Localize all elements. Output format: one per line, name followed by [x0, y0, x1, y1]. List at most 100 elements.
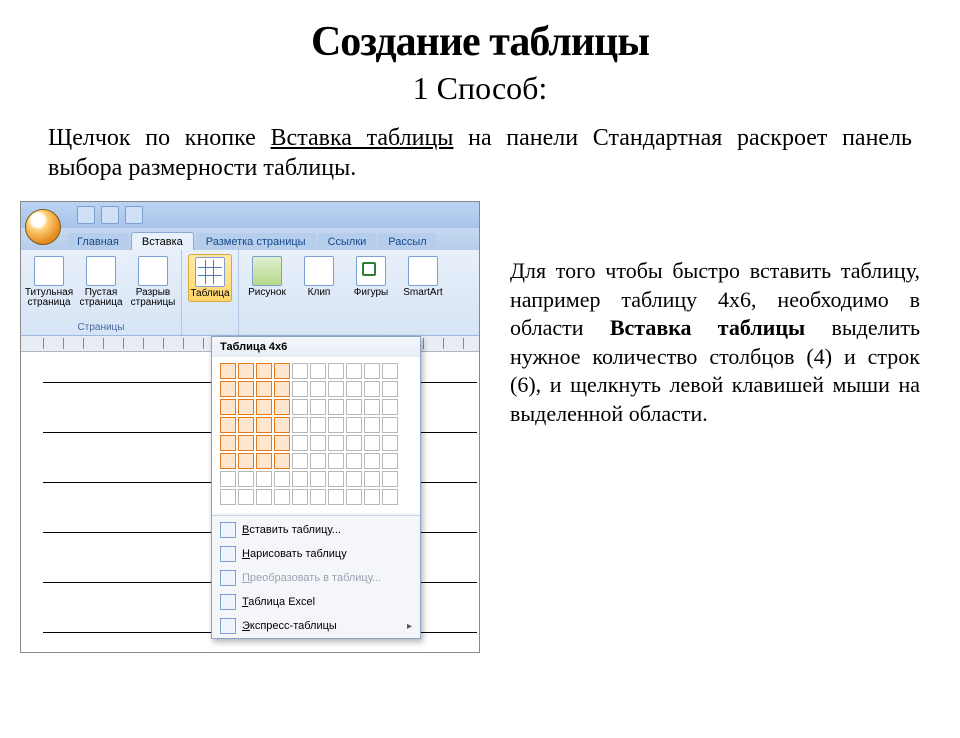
cover-page-button[interactable]: Титульная страница	[27, 254, 71, 310]
grid-cell[interactable]	[256, 489, 272, 505]
grid-cell[interactable]	[382, 399, 398, 415]
grid-cell[interactable]	[292, 489, 308, 505]
ribbon-tab[interactable]: Ссылки	[318, 233, 377, 250]
grid-cell[interactable]	[346, 453, 362, 469]
ribbon-tab[interactable]: Главная	[67, 233, 129, 250]
qat-save-icon[interactable]	[77, 206, 95, 224]
dropdown-menu-item[interactable]: Таблица Excel	[212, 590, 420, 614]
grid-cell[interactable]	[346, 471, 362, 487]
grid-cell[interactable]	[382, 489, 398, 505]
grid-cell[interactable]	[292, 435, 308, 451]
grid-cell[interactable]	[310, 417, 326, 433]
grid-cell[interactable]	[382, 381, 398, 397]
grid-cell[interactable]	[220, 453, 236, 469]
shapes-button[interactable]: Фигуры	[349, 254, 393, 300]
grid-cell[interactable]	[274, 435, 290, 451]
grid-cell[interactable]	[364, 399, 380, 415]
grid-cell[interactable]	[238, 363, 254, 379]
grid-cell[interactable]	[238, 453, 254, 469]
grid-cell[interactable]	[382, 363, 398, 379]
grid-cell[interactable]	[256, 363, 272, 379]
ribbon-tab[interactable]: Вставка	[131, 232, 194, 250]
grid-cell[interactable]	[238, 381, 254, 397]
grid-cell[interactable]	[364, 381, 380, 397]
grid-cell[interactable]	[328, 399, 344, 415]
grid-cell[interactable]	[310, 489, 326, 505]
grid-cell[interactable]	[238, 435, 254, 451]
grid-cell[interactable]	[382, 417, 398, 433]
grid-cell[interactable]	[256, 435, 272, 451]
qat-undo-icon[interactable]	[101, 206, 119, 224]
grid-cell[interactable]	[292, 417, 308, 433]
grid-cell[interactable]	[310, 471, 326, 487]
grid-cell[interactable]	[274, 399, 290, 415]
dropdown-menu-item[interactable]: Экспресс-таблицы▸	[212, 614, 420, 638]
grid-cell[interactable]	[274, 363, 290, 379]
grid-cell[interactable]	[256, 399, 272, 415]
grid-cell[interactable]	[364, 435, 380, 451]
grid-cell[interactable]	[274, 453, 290, 469]
grid-cell[interactable]	[364, 363, 380, 379]
grid-cell[interactable]	[220, 381, 236, 397]
grid-cell[interactable]	[256, 471, 272, 487]
grid-cell[interactable]	[220, 417, 236, 433]
grid-cell[interactable]	[274, 417, 290, 433]
ribbon-tab[interactable]: Разметка страницы	[196, 233, 316, 250]
grid-cell[interactable]	[256, 453, 272, 469]
office-button[interactable]	[25, 209, 61, 245]
grid-cell[interactable]	[328, 363, 344, 379]
grid-cell[interactable]	[364, 489, 380, 505]
grid-cell[interactable]	[346, 417, 362, 433]
picture-button[interactable]: Рисунок	[245, 254, 289, 300]
grid-cell[interactable]	[382, 471, 398, 487]
dropdown-menu-item[interactable]: Нарисовать таблицу	[212, 542, 420, 566]
qat-redo-icon[interactable]	[125, 206, 143, 224]
blank-page-button[interactable]: Пустая страница	[79, 254, 123, 310]
grid-cell[interactable]	[310, 363, 326, 379]
grid-cell[interactable]	[220, 435, 236, 451]
grid-cell[interactable]	[364, 453, 380, 469]
grid-cell[interactable]	[292, 363, 308, 379]
grid-cell[interactable]	[382, 453, 398, 469]
grid-cell[interactable]	[310, 381, 326, 397]
clip-button[interactable]: Клип	[297, 254, 341, 300]
grid-cell[interactable]	[346, 363, 362, 379]
grid-cell[interactable]	[328, 453, 344, 469]
smartart-button[interactable]: SmartArt	[401, 254, 445, 300]
grid-cell[interactable]	[310, 399, 326, 415]
grid-cell[interactable]	[220, 489, 236, 505]
grid-cell[interactable]	[274, 489, 290, 505]
insert-table-button[interactable]: Таблица	[188, 254, 232, 302]
ribbon-tab[interactable]: Рассыл	[378, 233, 436, 250]
grid-cell[interactable]	[346, 399, 362, 415]
dropdown-menu-item[interactable]: Вставить таблицу...	[212, 518, 420, 542]
table-size-grid[interactable]	[212, 357, 420, 513]
grid-cell[interactable]	[238, 399, 254, 415]
grid-cell[interactable]	[364, 471, 380, 487]
grid-cell[interactable]	[328, 435, 344, 451]
grid-cell[interactable]	[256, 417, 272, 433]
grid-cell[interactable]	[292, 453, 308, 469]
grid-cell[interactable]	[346, 435, 362, 451]
grid-cell[interactable]	[328, 489, 344, 505]
grid-cell[interactable]	[274, 381, 290, 397]
grid-cell[interactable]	[220, 399, 236, 415]
grid-cell[interactable]	[328, 381, 344, 397]
grid-cell[interactable]	[346, 381, 362, 397]
grid-cell[interactable]	[256, 381, 272, 397]
grid-cell[interactable]	[292, 399, 308, 415]
grid-cell[interactable]	[292, 471, 308, 487]
grid-cell[interactable]	[220, 363, 236, 379]
grid-cell[interactable]	[382, 435, 398, 451]
grid-cell[interactable]	[292, 381, 308, 397]
grid-cell[interactable]	[238, 471, 254, 487]
grid-cell[interactable]	[274, 471, 290, 487]
grid-cell[interactable]	[328, 471, 344, 487]
grid-cell[interactable]	[364, 417, 380, 433]
grid-cell[interactable]	[346, 489, 362, 505]
grid-cell[interactable]	[238, 417, 254, 433]
grid-cell[interactable]	[328, 417, 344, 433]
grid-cell[interactable]	[310, 453, 326, 469]
grid-cell[interactable]	[310, 435, 326, 451]
page-break-button[interactable]: Разрыв страницы	[131, 254, 175, 310]
